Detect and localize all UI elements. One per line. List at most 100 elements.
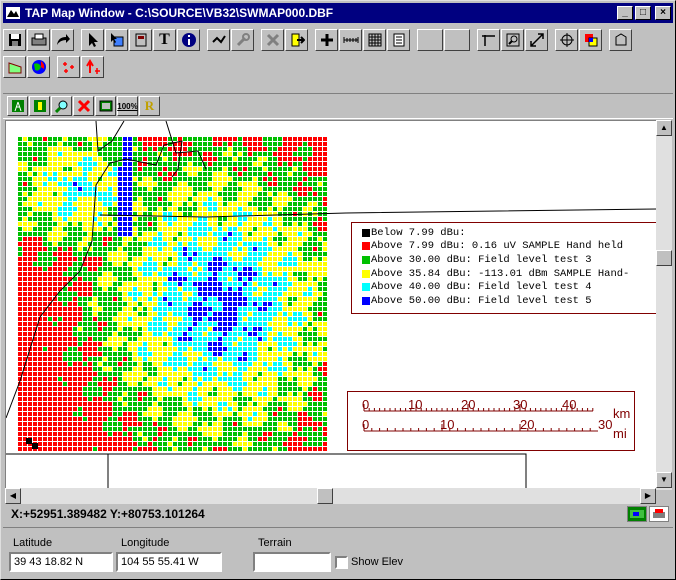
coverage-cell	[158, 312, 162, 316]
coverage-raster	[18, 137, 327, 451]
zoom-window-button[interactable]	[501, 29, 524, 51]
text-button[interactable]: T	[153, 29, 176, 51]
search-button[interactable]	[51, 96, 72, 116]
coverage-cell	[323, 147, 327, 151]
horizontal-scroll-thumb[interactable]	[317, 488, 333, 504]
coverage-cell	[88, 157, 92, 161]
add-point-button[interactable]	[315, 29, 338, 51]
title-bar[interactable]: TAP Map Window - C:\SOURCE\VB32\SWMAP000…	[3, 3, 673, 23]
coverage-cell	[73, 347, 77, 351]
horizontal-scrollbar[interactable]: ◀ ▶	[5, 488, 656, 504]
site-marker[interactable]	[32, 443, 38, 449]
coverage-cell	[238, 242, 242, 246]
scroll-up-button[interactable]: ▲	[656, 120, 672, 136]
coverage-cell	[18, 322, 22, 326]
site-marker[interactable]	[26, 438, 32, 444]
tools-button[interactable]	[231, 29, 254, 51]
coverage-cell	[178, 377, 182, 381]
longitude-field[interactable]: 104 55 55.41 W	[116, 552, 222, 572]
measure-button[interactable]	[339, 29, 362, 51]
blank-button-2[interactable]	[444, 29, 470, 51]
maximize-button[interactable]: □	[635, 6, 651, 20]
delete-button[interactable]	[261, 29, 284, 51]
coverage-cell	[33, 282, 37, 286]
site-button[interactable]	[7, 96, 28, 116]
coverage-cell	[303, 242, 307, 246]
coverage-cell	[228, 197, 232, 201]
vertical-scrollbar[interactable]: ▲ ▼	[656, 120, 672, 490]
layer-button[interactable]	[129, 29, 152, 51]
coverage-cell	[28, 277, 32, 281]
pan-button[interactable]	[555, 29, 578, 51]
zoom-extent-button[interactable]	[525, 29, 548, 51]
polygon-button[interactable]	[609, 29, 632, 51]
coverage-cell	[223, 207, 227, 211]
coverage-cell	[213, 322, 217, 326]
map-image-button[interactable]	[95, 96, 116, 116]
scroll-right-button[interactable]: ▶	[640, 488, 656, 504]
blank-button-1[interactable]	[417, 29, 443, 51]
coverage-cell	[148, 237, 152, 241]
notes-button[interactable]	[387, 29, 410, 51]
coverage-cell	[228, 147, 232, 151]
coverage-cell	[183, 147, 187, 151]
vertical-scroll-thumb[interactable]	[656, 250, 672, 266]
coverage-cell	[158, 337, 162, 341]
recalc-button[interactable]: R	[139, 96, 160, 116]
coverage-cell	[158, 302, 162, 306]
select-button[interactable]	[105, 29, 128, 51]
grid-button[interactable]	[363, 29, 386, 51]
print-status-icon[interactable]	[649, 506, 669, 522]
save-button[interactable]	[3, 29, 26, 51]
remove-button[interactable]	[73, 96, 94, 116]
exit-button[interactable]	[285, 29, 308, 51]
coverage-cell	[163, 277, 167, 281]
mi-tick-0: 0	[362, 417, 369, 432]
scroll-down-button[interactable]: ▼	[656, 472, 672, 488]
redo-button[interactable]	[51, 29, 74, 51]
coverage-cell	[268, 172, 272, 176]
points-button[interactable]	[57, 56, 80, 78]
coverage-cell	[118, 427, 122, 431]
coverage-cell	[173, 157, 177, 161]
minimize-button[interactable]: _	[617, 6, 633, 20]
coverage-cell	[73, 307, 77, 311]
coverage-cell	[323, 207, 327, 211]
coverage-cell	[128, 402, 132, 406]
coverage-cell	[38, 152, 42, 156]
coverage-cell	[128, 422, 132, 426]
coverage-cell	[153, 367, 157, 371]
coverage-cell	[233, 357, 237, 361]
up-arrow-button[interactable]	[81, 56, 104, 78]
coverage-cell	[58, 427, 62, 431]
app-icon[interactable]	[5, 5, 21, 21]
coverage-cell	[313, 247, 317, 251]
legend-label: Above 40.00 dBu: Field level test 4	[371, 281, 592, 294]
info-button[interactable]	[177, 29, 200, 51]
terrain-field[interactable]	[253, 552, 331, 572]
print-button[interactable]	[27, 29, 50, 51]
station-button[interactable]	[29, 96, 50, 116]
coverage-cell	[233, 332, 237, 336]
show-elev-checkbox[interactable]	[335, 556, 348, 569]
pointer-button[interactable]	[81, 29, 104, 51]
coverage-cell	[203, 137, 207, 141]
globe-button[interactable]	[27, 56, 50, 78]
map-status-icon[interactable]	[627, 506, 647, 522]
scroll-left-button[interactable]: ◀	[5, 488, 21, 504]
coverage-cell	[168, 402, 172, 406]
coverage-cell	[288, 162, 292, 166]
latitude-field[interactable]: 39 43 18.82 N	[9, 552, 113, 572]
draw-line-button[interactable]	[207, 29, 230, 51]
coverage-cell	[323, 242, 327, 246]
area-button[interactable]	[3, 56, 26, 78]
map-view[interactable]: Below 7.99 dBu: Above 7.99 dBu: 0.16 uV S…	[5, 120, 658, 489]
coverage-cell	[38, 427, 42, 431]
zoom-100-button[interactable]: 100%	[117, 96, 138, 116]
close-button[interactable]: ×	[655, 6, 671, 20]
overlay-button[interactable]	[579, 29, 602, 51]
axis-button[interactable]	[477, 29, 500, 51]
coverage-cell	[138, 437, 142, 441]
coverage-cell	[258, 312, 262, 316]
coverage-cell	[108, 177, 112, 181]
